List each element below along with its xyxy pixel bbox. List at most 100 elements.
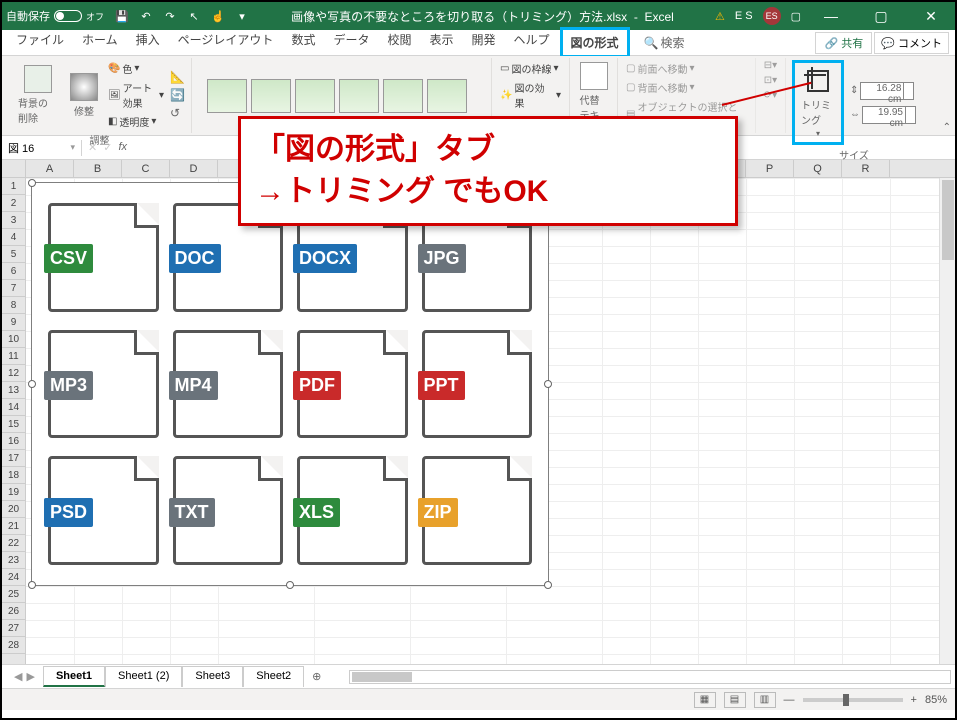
sheet-tab[interactable]: Sheet2	[243, 666, 304, 687]
style-thumb[interactable]	[207, 79, 247, 113]
tab-データ[interactable]: データ	[325, 27, 377, 58]
row-header[interactable]: 26	[2, 603, 25, 620]
selected-image[interactable]: CSVDOCDOCXJPGMP3MP4PDFPPTPSDTXTXLSZIP	[31, 182, 549, 586]
next-sheet-icon[interactable]: ▶	[26, 670, 34, 683]
zoom-out-button[interactable]: —	[784, 694, 795, 706]
row-header[interactable]: 15	[2, 416, 25, 433]
column-header[interactable]: P	[746, 160, 794, 177]
cells-area[interactable]: CSVDOCDOCXJPGMP3MP4PDFPPTPSDTXTXLSZIP	[26, 178, 955, 664]
share-button[interactable]: 🔗 共有	[815, 32, 872, 54]
picture-effects-button[interactable]: ✨ 図の効果 ▾	[498, 79, 563, 111]
row-header[interactable]: 22	[2, 535, 25, 552]
add-sheet-button[interactable]: ⊕	[304, 670, 329, 683]
group-icon[interactable]: ⊡▾	[764, 75, 777, 86]
tab-ホーム[interactable]: ホーム	[74, 27, 126, 58]
row-header[interactable]: 4	[2, 229, 25, 246]
align-icon[interactable]: ⊟▾	[764, 60, 777, 71]
change-picture-icon[interactable]: 🔄	[170, 88, 185, 102]
resize-handle[interactable]	[28, 179, 36, 187]
worksheet-grid[interactable]: 1234567891011121314151617181920212223242…	[2, 160, 955, 664]
tab-校閲[interactable]: 校閲	[379, 27, 419, 58]
collapse-ribbon-icon[interactable]: ⌃	[943, 122, 951, 133]
ribbon-display-icon[interactable]: ▢	[791, 10, 801, 23]
row-header[interactable]: 9	[2, 314, 25, 331]
style-thumb[interactable]	[383, 79, 423, 113]
compress-icon[interactable]: 📐	[170, 70, 185, 84]
tab-挿入[interactable]: 挿入	[128, 27, 168, 58]
row-header[interactable]: 11	[2, 348, 25, 365]
crop-button[interactable]: トリミング ▾	[797, 65, 839, 140]
bring-forward-button[interactable]: ▢ 前面へ移動 ▾	[624, 60, 696, 77]
column-header[interactable]: A	[26, 160, 74, 177]
slider-thumb[interactable]	[843, 694, 849, 706]
name-box[interactable]: 図 16 ▾	[2, 140, 82, 156]
picture-border-button[interactable]: ▭ 図の枠線 ▾	[498, 60, 560, 77]
artistic-button[interactable]: 🖼 アート効果 ▾	[106, 79, 166, 111]
redo-icon[interactable]: ↷	[162, 8, 178, 24]
autosave-switch[interactable]	[54, 10, 82, 22]
warning-icon[interactable]: ⚠	[715, 10, 725, 23]
width-spinner[interactable]	[905, 107, 915, 123]
save-icon[interactable]: 💾	[114, 8, 130, 24]
style-thumb[interactable]	[339, 79, 379, 113]
column-header[interactable]: Q	[794, 160, 842, 177]
column-header[interactable]: R	[842, 160, 890, 177]
color-button[interactable]: 🎨 色 ▾	[106, 60, 166, 77]
scrollbar-thumb[interactable]	[942, 180, 954, 260]
page-break-button[interactable]: ▥	[754, 692, 776, 708]
row-header[interactable]: 27	[2, 620, 25, 637]
column-header[interactable]: B	[74, 160, 122, 177]
undo-icon[interactable]: ↶	[138, 8, 154, 24]
row-header[interactable]: 20	[2, 501, 25, 518]
autosave-toggle[interactable]: 自動保存 オフ	[6, 8, 104, 24]
style-thumb[interactable]	[251, 79, 291, 113]
zoom-level[interactable]: 85%	[925, 694, 947, 706]
style-thumb[interactable]	[295, 79, 335, 113]
sheet-tab[interactable]: Sheet3	[182, 666, 243, 687]
tab-数式[interactable]: 数式	[283, 27, 323, 58]
touch-mode-icon[interactable]: ☝	[210, 8, 226, 24]
resize-handle[interactable]	[28, 581, 36, 589]
user-avatar[interactable]: ES	[763, 7, 781, 25]
vertical-scrollbar[interactable]	[939, 178, 955, 664]
maximize-button[interactable]: ▢	[861, 8, 901, 25]
resize-handle[interactable]	[544, 581, 552, 589]
row-headers[interactable]: 1234567891011121314151617181920212223242…	[2, 160, 26, 664]
reset-picture-icon[interactable]: ↺	[170, 106, 185, 120]
width-input[interactable]: 19.95 cm	[862, 106, 916, 124]
resize-handle[interactable]	[286, 581, 294, 589]
row-header[interactable]: 13	[2, 382, 25, 399]
height-input[interactable]: 16.28 cm	[860, 82, 914, 100]
row-header[interactable]: 19	[2, 484, 25, 501]
tab-ヘルプ[interactable]: ヘルプ	[506, 27, 558, 58]
search-label[interactable]: 検索	[661, 34, 685, 51]
row-header[interactable]: 6	[2, 263, 25, 280]
row-header[interactable]: 14	[2, 399, 25, 416]
cursor-icon[interactable]: ↖	[186, 8, 202, 24]
scrollbar-thumb[interactable]	[352, 672, 412, 682]
send-backward-button[interactable]: ▢ 背面へ移動 ▾	[624, 79, 696, 96]
row-header[interactable]: 18	[2, 467, 25, 484]
corrections-button[interactable]: 修整	[66, 71, 102, 120]
row-header[interactable]: 21	[2, 518, 25, 535]
zoom-slider[interactable]	[803, 698, 903, 702]
row-header[interactable]: 1	[2, 178, 25, 195]
comment-button[interactable]: 💬 コメント	[874, 32, 949, 54]
row-header[interactable]: 24	[2, 569, 25, 586]
tab-図の形式[interactable]: 図の形式	[560, 27, 630, 58]
height-spinner[interactable]	[903, 83, 913, 99]
row-header[interactable]: 17	[2, 450, 25, 467]
resize-handle[interactable]	[544, 380, 552, 388]
row-header[interactable]: 5	[2, 246, 25, 263]
chevron-down-icon[interactable]: ▾	[70, 142, 75, 153]
row-header[interactable]: 12	[2, 365, 25, 382]
row-header[interactable]: 10	[2, 331, 25, 348]
zoom-in-button[interactable]: +	[911, 694, 917, 706]
tab-ファイル[interactable]: ファイル	[8, 27, 72, 58]
row-header[interactable]: 7	[2, 280, 25, 297]
search-icon[interactable]: 🔍	[644, 36, 659, 50]
horizontal-scrollbar[interactable]	[349, 670, 951, 684]
normal-view-button[interactable]: ▦	[694, 692, 716, 708]
row-header[interactable]: 25	[2, 586, 25, 603]
style-thumb[interactable]	[427, 79, 467, 113]
